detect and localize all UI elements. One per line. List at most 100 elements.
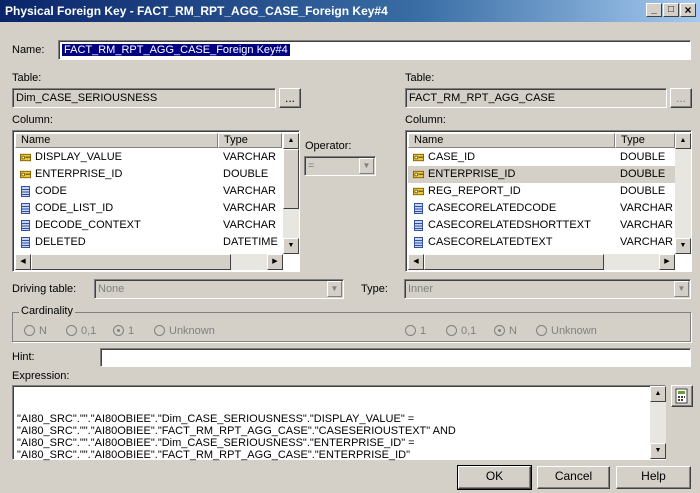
- scroll-right-icon[interactable]: ▶: [267, 254, 283, 270]
- chevron-down-icon[interactable]: ▼: [359, 158, 374, 174]
- join-type-label: Type:: [361, 283, 388, 295]
- scroll-up-icon[interactable]: ▲: [283, 133, 299, 149]
- name-field[interactable]: FACT_RM_RPT_AGG_CASE_Foreign Key#4: [58, 40, 691, 60]
- expression-line: "AI80_SRC".""."AI80OBIEE"."Dim_CASE_SERI…: [17, 437, 415, 449]
- cardinality-radio[interactable]: Unknown: [536, 325, 597, 337]
- maximize-button[interactable]: □: [663, 3, 679, 17]
- column-name: CODE_LIST_ID: [35, 202, 114, 214]
- column-name: DELETED: [35, 236, 86, 248]
- key-icon: [20, 170, 31, 179]
- list-item[interactable]: DELETED DATETIME: [15, 234, 283, 251]
- cardinality-radio[interactable]: N: [494, 325, 517, 337]
- column-name: CASECORELATEDTEXT: [428, 236, 553, 248]
- chevron-down-icon[interactable]: ▼: [327, 281, 342, 297]
- column-type: VARCHAR: [620, 202, 673, 214]
- operator-value: =: [308, 160, 315, 172]
- scroll-left-icon[interactable]: ◀: [15, 254, 31, 270]
- list-item[interactable]: CASECORELATEDTEXT VARCHAR: [408, 234, 675, 251]
- scroll-right-icon[interactable]: ▶: [659, 254, 675, 270]
- minimize-button[interactable]: _: [646, 3, 662, 17]
- column-type: VARCHAR: [620, 219, 673, 231]
- close-button[interactable]: ×: [680, 3, 696, 17]
- right-column-label: Column:: [405, 114, 446, 126]
- cardinality-radio[interactable]: 1: [113, 325, 134, 337]
- cardinality-radio[interactable]: N: [24, 325, 47, 337]
- right-column-list[interactable]: Name Type CASE_ID DOUBLE ENTERPRISE_ID DOUB…: [405, 130, 692, 272]
- list-item[interactable]: ENTERPRISE_ID DOUBLE: [408, 166, 675, 183]
- cardinality-radio[interactable]: 0,1: [66, 325, 96, 337]
- list-item[interactable]: DISPLAY_VALUE VARCHAR: [15, 149, 283, 166]
- cardinality-radio[interactable]: Unknown: [154, 325, 215, 337]
- column-type: DOUBLE: [620, 168, 666, 180]
- scroll-down-icon[interactable]: ▼: [675, 238, 691, 254]
- column-type: VARCHAR: [223, 151, 276, 163]
- radio-circle-icon: [66, 325, 77, 336]
- right-table-field: FACT_RM_RPT_AGG_CASE: [405, 88, 667, 108]
- list-item[interactable]: CASE_ID DOUBLE: [408, 149, 675, 166]
- list-item[interactable]: ENTERPRISE_ID DOUBLE: [15, 166, 283, 183]
- right-table-value: FACT_RM_RPT_AGG_CASE: [409, 92, 556, 104]
- scroll-up-icon[interactable]: ▲: [650, 386, 666, 402]
- ok-button[interactable]: OK: [457, 465, 532, 490]
- column-name: REG_REPORT_ID: [428, 185, 521, 197]
- list-item[interactable]: REG_REPORT_ID DOUBLE: [408, 183, 675, 200]
- left-header-type[interactable]: Type: [218, 133, 282, 148]
- cardinality-radio[interactable]: 1: [405, 325, 426, 337]
- chevron-down-icon[interactable]: ▼: [674, 281, 689, 297]
- cancel-button[interactable]: Cancel: [537, 466, 610, 489]
- column-type: DOUBLE: [620, 151, 666, 163]
- list-item[interactable]: CASECORELATEDSHORTTEXT VARCHAR: [408, 217, 675, 234]
- scroll-left-icon[interactable]: ◀: [408, 254, 424, 270]
- column-icon: [21, 220, 30, 231]
- hint-label: Hint:: [12, 351, 35, 363]
- list-item[interactable]: DECODE_CONTEXT VARCHAR: [15, 217, 283, 234]
- column-icon: [21, 203, 30, 214]
- radio-circle-icon: [113, 325, 124, 336]
- left-vscrollbar[interactable]: ▲ ▼: [283, 133, 299, 254]
- left-browse-button[interactable]: ...: [279, 88, 301, 108]
- hscroll-thumb[interactable]: [424, 254, 604, 270]
- hscroll-thumb[interactable]: [31, 254, 231, 270]
- radio-circle-icon: [154, 325, 165, 336]
- key-icon: [413, 187, 424, 196]
- operator-select[interactable]: = ▼: [304, 156, 376, 176]
- expression-editor[interactable]: "AI80_SRC".""."AI80OBIEE"."Dim_CASE_SERI…: [12, 385, 666, 461]
- title-bar[interactable]: Physical Foreign Key - FACT_RM_RPT_AGG_C…: [0, 0, 700, 22]
- list-item[interactable]: CODE_LIST_ID VARCHAR: [15, 200, 283, 217]
- right-browse-button[interactable]: ...: [670, 88, 692, 108]
- name-label: Name:: [12, 44, 45, 56]
- column-type: DATETIME: [223, 236, 278, 248]
- scroll-down-icon[interactable]: ▼: [650, 443, 666, 459]
- left-table-label: Table:: [12, 72, 42, 84]
- left-hscrollbar[interactable]: ◀ ▶: [15, 254, 283, 270]
- hint-input[interactable]: [100, 348, 691, 367]
- expression-builder-button[interactable]: [671, 385, 693, 407]
- column-name: CODE: [35, 185, 67, 197]
- scroll-down-icon[interactable]: ▼: [283, 238, 299, 254]
- column-type: VARCHAR: [620, 236, 673, 248]
- column-type: DOUBLE: [223, 168, 269, 180]
- list-item[interactable]: CODE VARCHAR: [15, 183, 283, 200]
- radio-label: N: [509, 325, 517, 337]
- list-item[interactable]: CASECORELATEDCODE VARCHAR: [408, 200, 675, 217]
- operator-label: Operator:: [305, 140, 352, 152]
- help-button[interactable]: Help: [616, 466, 691, 489]
- radio-circle-icon: [405, 325, 416, 336]
- scroll-up-icon[interactable]: ▲: [675, 133, 691, 149]
- column-icon: [414, 220, 423, 231]
- column-name: ENTERPRISE_ID: [428, 168, 516, 180]
- cardinality-radio[interactable]: 0,1: [446, 325, 476, 337]
- radio-label: Unknown: [551, 325, 597, 337]
- right-header-type[interactable]: Type: [615, 133, 675, 148]
- column-icon: [21, 237, 30, 248]
- left-column-list[interactable]: Name Type DISPLAY_VALUE VARCHAR ENTERPRISE…: [12, 130, 300, 272]
- driving-table-select[interactable]: None ▼: [94, 279, 344, 299]
- scroll-thumb[interactable]: [283, 149, 299, 209]
- left-header-name[interactable]: Name: [15, 133, 218, 148]
- radio-label: 0,1: [81, 325, 97, 337]
- right-vscrollbar[interactable]: ▲ ▼: [675, 133, 691, 254]
- expression-vscrollbar[interactable]: ▲ ▼: [650, 386, 666, 459]
- right-header-name[interactable]: Name: [408, 133, 615, 148]
- right-hscrollbar[interactable]: ◀ ▶: [408, 254, 675, 270]
- join-type-select[interactable]: Inner ▼: [404, 279, 691, 299]
